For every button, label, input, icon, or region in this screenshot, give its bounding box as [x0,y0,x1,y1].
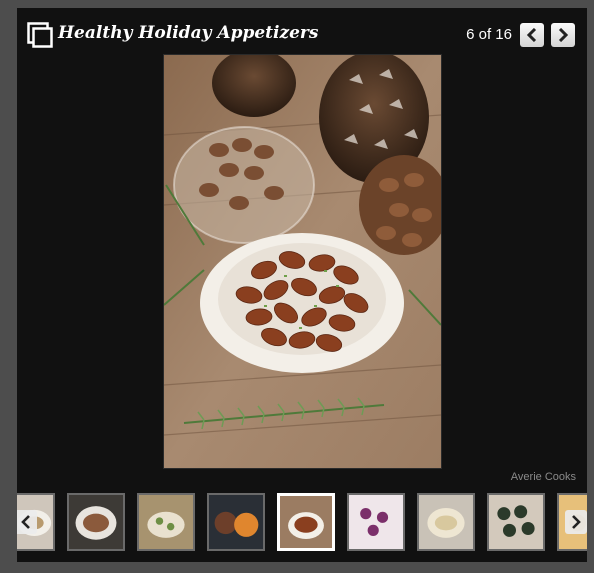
chevron-right-icon [572,515,581,529]
gallery-stack-icon [27,22,53,48]
thumbnail[interactable] [487,493,545,551]
thumbnail[interactable] [207,493,265,551]
chevron-left-icon [526,28,537,42]
thumbnails-prev-button[interactable] [17,510,37,534]
thumbnail-active[interactable] [277,493,335,551]
slideshow-gallery: Healthy Holiday Appetizers 6 of 16 Averi… [17,8,587,562]
thumbnail[interactable] [67,493,125,551]
thumbnail-strip [17,490,587,552]
chevron-right-icon [558,28,569,42]
previous-slide-button[interactable] [520,23,544,47]
slide-counter: 6 of 16 [466,26,512,43]
chevron-left-icon [21,515,30,529]
next-slide-button[interactable] [551,23,575,47]
main-slide-image[interactable] [163,54,442,469]
thumbnail[interactable] [347,493,405,551]
thumbnail[interactable] [137,493,195,551]
thumbnail[interactable] [417,493,475,551]
thumbnails-next-button[interactable] [565,510,587,534]
photo-credit: Averie Cooks [510,471,576,483]
gallery-title: Healthy Holiday Appetizers [58,23,319,43]
